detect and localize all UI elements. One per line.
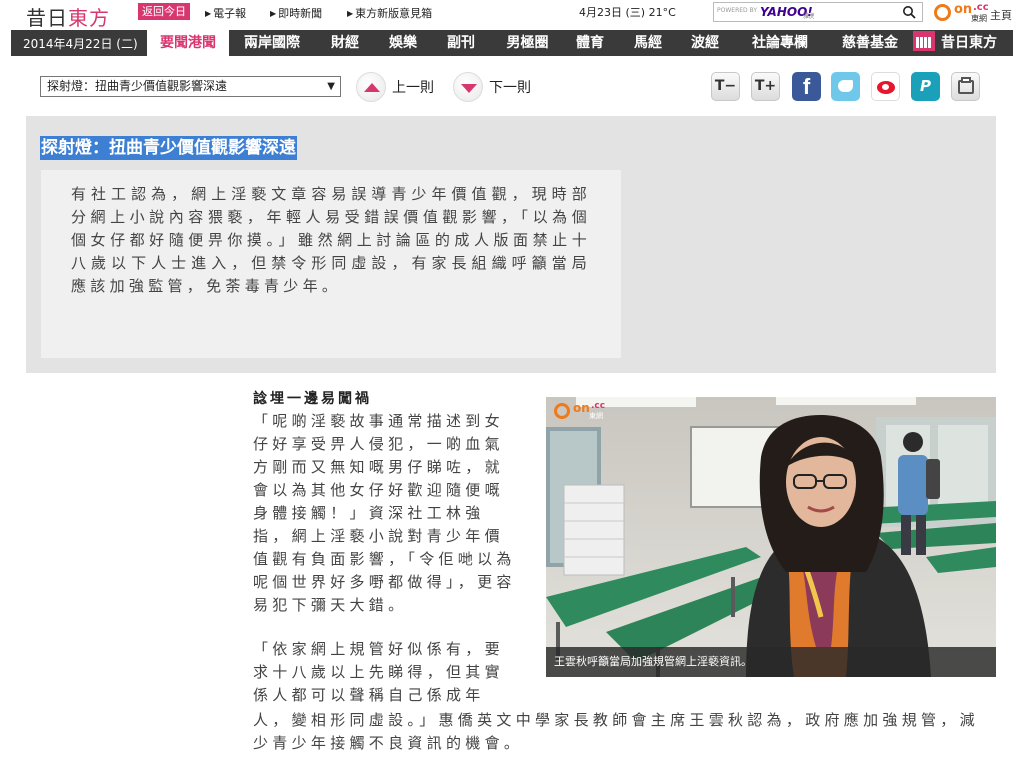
article-headline: 探射燈：扭曲青少價值觀影響深遠 xyxy=(40,136,297,160)
nav-item-mens[interactable]: 男極圈 xyxy=(494,30,561,56)
nav-item-sports[interactable]: 體育 xyxy=(564,30,616,56)
prev-article-button[interactable]: 上一則 xyxy=(356,72,446,102)
nav-item-supplement[interactable]: 副刊 xyxy=(435,30,487,56)
site-logo[interactable]: 昔日東方 xyxy=(26,2,110,31)
nav-item-entertainment[interactable]: 娛樂 xyxy=(377,30,429,56)
oncc-cc-text: .cc xyxy=(973,2,989,13)
calendar-icon xyxy=(913,31,935,51)
next-article-label: 下一則 xyxy=(489,80,531,96)
article-lead-box: 探射燈：扭曲青少價值觀影響深遠 有社工認為，網上淫褻文章容易誤導青少年價值觀，現… xyxy=(26,116,996,373)
nav-item-international[interactable]: 兩岸國際 xyxy=(232,30,312,56)
oncc-home-label: 主頁 xyxy=(990,9,1012,22)
e-newsletter-label: 電子報 xyxy=(213,7,247,20)
nav-item-football[interactable]: 波經 xyxy=(679,30,731,56)
oncc-watermark-icon xyxy=(554,403,570,419)
article-select-value: 探射燈：扭曲青少價值觀影響深遠 xyxy=(47,79,228,93)
article-photo[interactable]: on .cc 東網 王雲秋呼籲當局加強規管網上淫褻資訊。 xyxy=(546,397,996,677)
oncc-watermark: on .cc 東網 xyxy=(554,401,614,423)
article-paragraph-2-end: 人，變相形同虛設。」惠僑英文中學家長教師會主席王雲秋認為，政府應加強規管，減少青… xyxy=(253,711,979,752)
triangle-icon: ▶ xyxy=(270,9,277,18)
font-decrease-button[interactable]: T− xyxy=(711,72,740,101)
edition-date: 2014年4月22日 (二) xyxy=(23,37,138,51)
search-icon[interactable] xyxy=(902,5,916,19)
article-paragraph-1: 「呢啲淫褻故事通常描述到女仔好享受畀人侵犯，一啲血氣方剛而又無知嘅男仔睇咗，就會… xyxy=(253,412,516,614)
next-article-button[interactable]: 下一則 xyxy=(453,72,543,102)
nav-item-horse-racing[interactable]: 馬經 xyxy=(622,30,674,56)
triangle-icon: ▶ xyxy=(347,9,354,18)
watermark-on: on xyxy=(573,401,590,415)
date-weather: 4月23日 (三) 21°C xyxy=(579,6,676,19)
oncc-on-text: on xyxy=(954,2,973,17)
prev-article-label: 上一則 xyxy=(392,80,434,96)
instant-news-label: 即時新聞 xyxy=(278,7,323,20)
font-increase-button[interactable]: T+ xyxy=(751,72,780,101)
logo-text-1: 昔日 xyxy=(26,6,68,30)
top-bar: 昔日東方 返回今日 ▶ 電子報 ▶ 即時新聞 ▶ 東方新版意見箱 4月23日 (三) … xyxy=(0,0,1024,30)
archive-label: 昔日東方 xyxy=(941,35,997,51)
up-arrow-icon xyxy=(356,72,386,102)
feedback-box-link[interactable]: ▶ 東方新版意見箱 xyxy=(347,5,432,21)
article-lead-text: 有社工認為，網上淫褻文章容易誤導青少年價值觀，現時部分網上小說內容猥褻，年輕人易… xyxy=(41,170,621,358)
classroom-photo-image xyxy=(546,397,996,677)
weibo-share-icon[interactable] xyxy=(871,72,900,101)
search-input[interactable] xyxy=(814,5,902,19)
yahoo-search-box: POWERED BY YAHOO! 雅虎香港 xyxy=(713,2,923,22)
main-nav: 2014年4月22日 (二) 要聞港聞 兩岸國際 財經 娛樂 副刊 男極圈 體育… xyxy=(11,30,1013,56)
feedback-box-label: 東方新版意見箱 xyxy=(355,7,433,20)
oncc-logo-icon xyxy=(934,4,951,21)
nav-item-charity[interactable]: 慈善基金 xyxy=(829,30,911,56)
print-icon[interactable] xyxy=(951,72,980,101)
dropdown-caret-icon: ▼ xyxy=(327,81,335,92)
nav-item-finance[interactable]: 財經 xyxy=(319,30,371,56)
article-paragraph-2-start: 「依家網上規管好似係有，要求十八歲以上先睇得，但其實係人都可以聲稱自己係成年 xyxy=(253,640,504,704)
pinterest-share-icon[interactable]: P xyxy=(911,72,940,101)
watermark-dw: 東網 xyxy=(589,412,603,420)
nav-item-editorial[interactable]: 社論專欄 xyxy=(735,30,825,56)
nav-item-local-news[interactable]: 要聞港聞 xyxy=(147,30,229,56)
oncc-dw-text: 東網 xyxy=(971,14,987,23)
down-arrow-icon xyxy=(453,72,483,102)
article-select[interactable]: 探射燈：扭曲青少價值觀影響深遠 ▼ xyxy=(40,76,341,97)
photo-caption: 王雲秋呼籲當局加強規管網上淫褻資訊。 xyxy=(546,647,996,677)
logo-text-2: 東方 xyxy=(68,6,110,30)
e-newsletter-link[interactable]: ▶ 電子報 xyxy=(205,5,246,21)
watermark-cc: .cc xyxy=(591,401,606,411)
triangle-icon: ▶ xyxy=(205,9,212,18)
article-subhead: 諗埋一邊易闖禍 xyxy=(253,391,372,407)
instant-news-link[interactable]: ▶ 即時新聞 xyxy=(270,5,322,21)
back-to-today-button[interactable]: 返回今日 xyxy=(138,3,190,20)
nav-item-archive[interactable]: 昔日東方 xyxy=(905,30,1005,56)
twitter-share-icon[interactable] xyxy=(831,72,860,101)
powered-by-label: POWERED BY xyxy=(717,7,758,14)
oncc-home-link[interactable]: on .cc 東網 主頁 xyxy=(934,2,1024,24)
facebook-share-icon[interactable]: f xyxy=(792,72,821,101)
